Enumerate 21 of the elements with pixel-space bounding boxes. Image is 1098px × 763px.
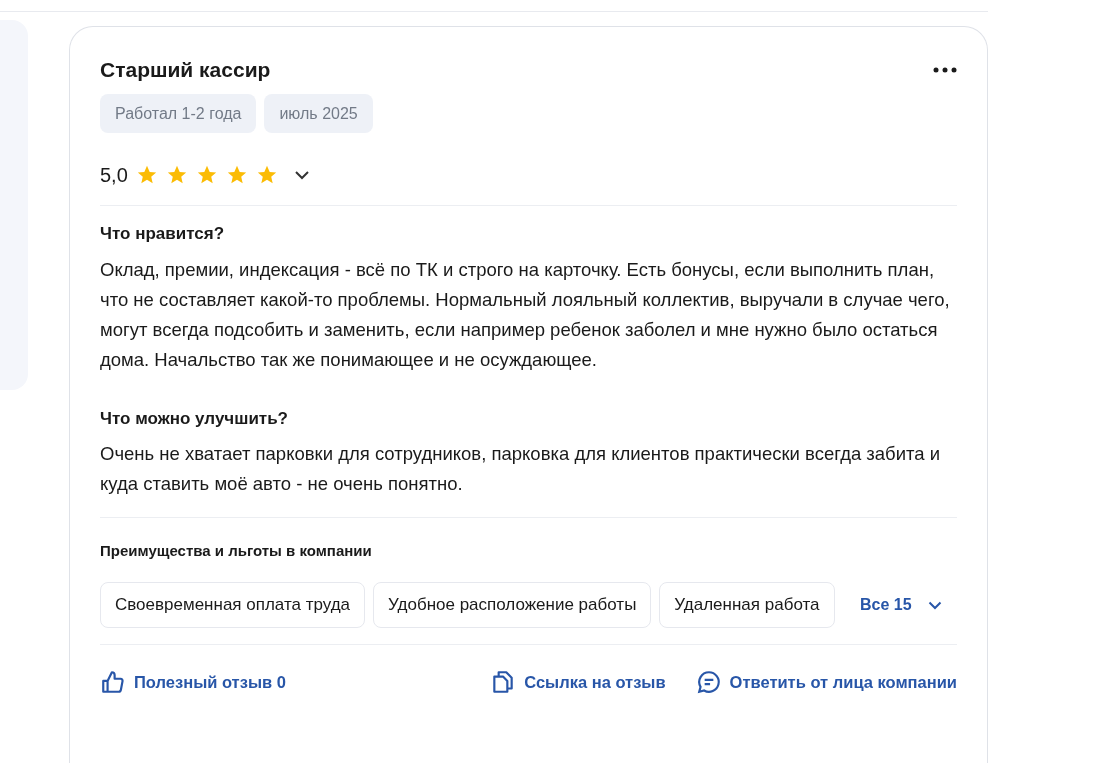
tag: Работал 1-2 года xyxy=(100,94,257,134)
benefit-tag: Своевременная оплата труда xyxy=(100,582,366,628)
thumbs-up-icon xyxy=(100,668,126,695)
action-link[interactable]: Ответить от лица компании xyxy=(695,668,957,695)
action-link[interactable]: Полезный отзыв 0 xyxy=(100,668,286,695)
review-text: Оклад, премии, индексация - всё по ТК и строго на карточку. Есть бонусы, если выполнить план, что не составляет какой-то проблемы. Нормальный лояльный коллектив, выручали в случае чего, могут всегда подсобить и заменить, если например ребенок заболел и мне нужно было остаться дома. Начальство так же понимающее и не осуждающее. xyxy=(100,257,951,372)
more-options-button[interactable] xyxy=(933,66,957,73)
section-heading: Что можно улучшить? xyxy=(100,408,289,429)
review-text: Очень не хватает парковки для сотрудников, парковка для клиентов практически всегда забита и куда ставить моё авто - не очень понятно. xyxy=(100,441,942,496)
section-heading: Что нравится? xyxy=(100,224,226,245)
action-link[interactable]: Ссылка на отзыв xyxy=(490,668,666,695)
benefit-tag: Удобное расположение работы xyxy=(373,582,652,628)
tag: июль 2025 xyxy=(264,94,373,134)
benefits-heading: Преимущества и льготы в компании xyxy=(100,540,373,561)
expand-rating-button[interactable] xyxy=(293,170,310,181)
rating-value: 5,0 xyxy=(100,163,128,189)
benefit-tag: Удаленная работа xyxy=(659,582,835,628)
review-title: Старший кассир xyxy=(100,57,271,83)
chevron-down-icon xyxy=(927,600,942,610)
show-all-button[interactable]: Все 15 xyxy=(852,593,942,618)
chat-icon xyxy=(695,668,722,695)
